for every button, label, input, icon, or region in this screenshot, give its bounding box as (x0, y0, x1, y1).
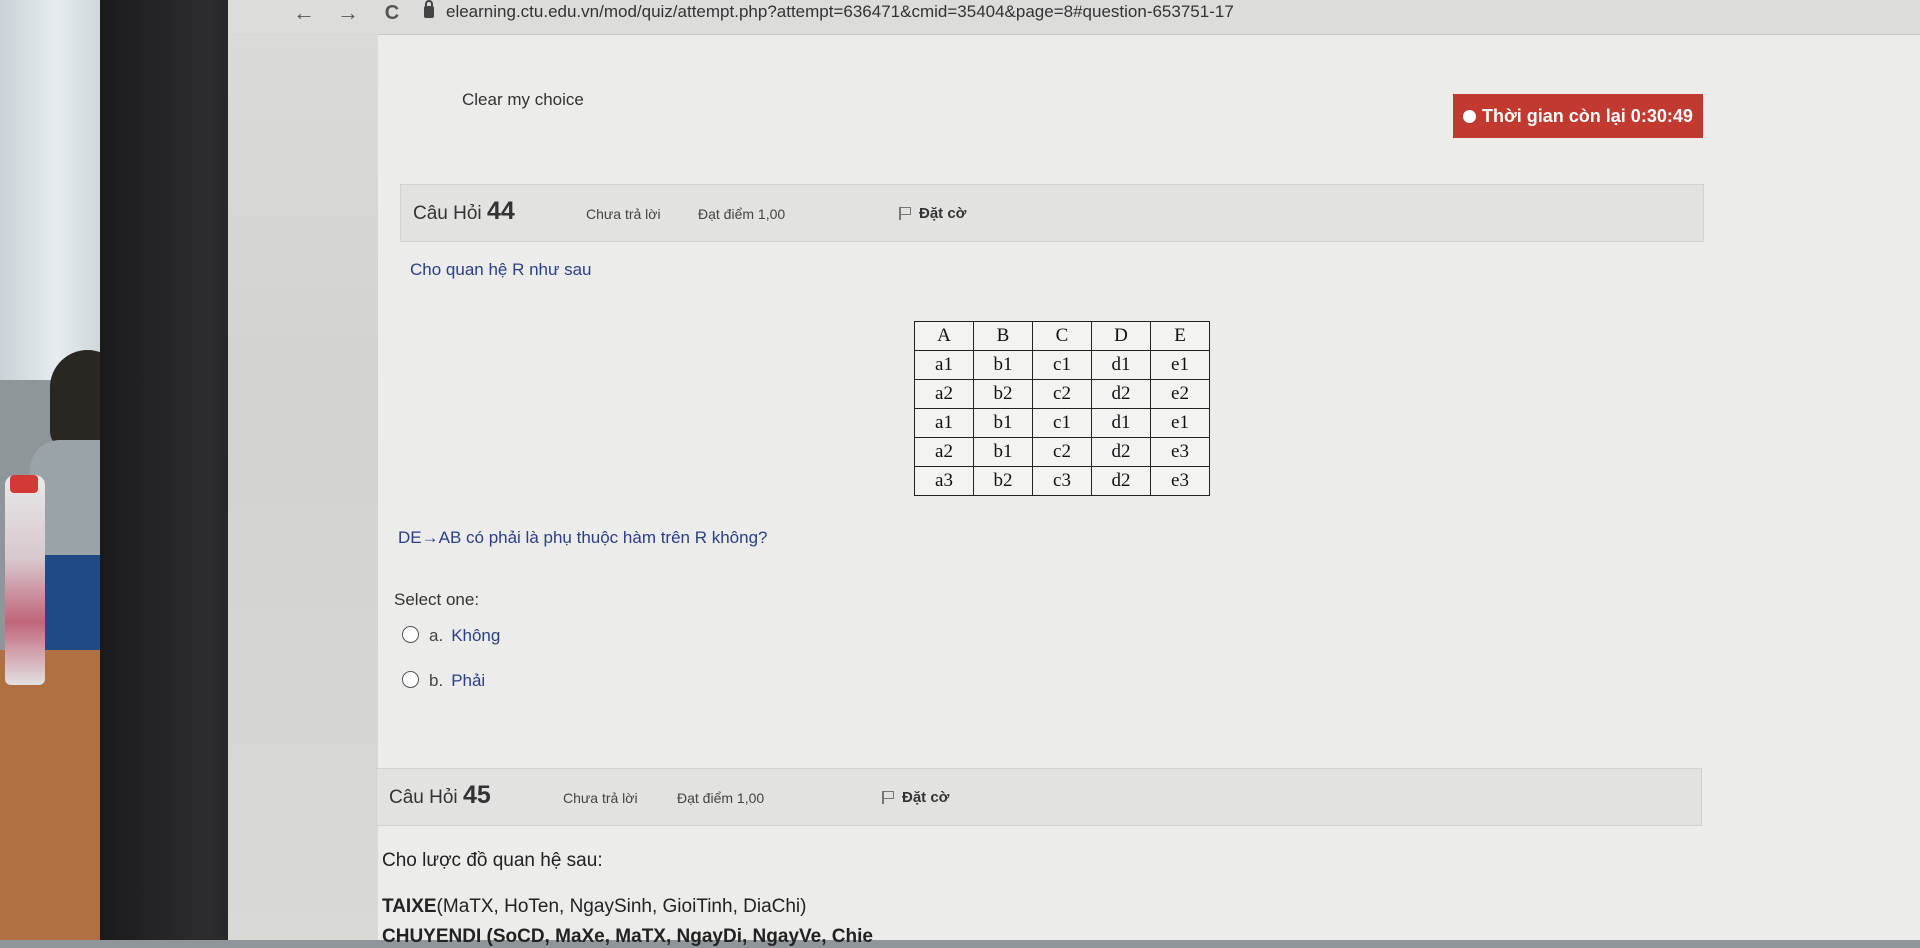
question-45-header: Câu Hỏi 45 Chưa trả lời Đạt điểm 1,00 Đặ… (376, 768, 1702, 826)
table-cell: c1 (1032, 408, 1092, 438)
column-header: C (1032, 321, 1092, 351)
flag-label: Đặt cờ (902, 789, 950, 806)
address-bar[interactable]: elearning.ctu.edu.vn/mod/quiz/attempt.ph… (446, 2, 1234, 22)
table-cell: b1 (973, 437, 1033, 467)
flag-icon (882, 791, 894, 804)
table-row: a2 b1 c2 d2 e3 (914, 437, 1210, 467)
table-cell: d2 (1091, 466, 1151, 496)
question-status: Chưa trả lời (563, 790, 638, 806)
option-a[interactable]: a. Không (402, 626, 500, 646)
question-44-header: Câu Hỏi 44 Chưa trả lời Đạt điểm 1,00 Đặ… (400, 184, 1704, 242)
table-cell: c1 (1032, 350, 1092, 380)
table-cell: e3 (1150, 437, 1210, 467)
table-cell: b1 (973, 350, 1033, 380)
question-44-text: DE→AB có phải là phụ thuộc hàm trên R kh… (398, 528, 768, 547)
table-cell: c3 (1032, 466, 1092, 496)
background-bottle (5, 475, 45, 685)
clock-icon (1463, 110, 1476, 123)
quiz-page: Clear my choice Thời gian còn lại 0:30:4… (228, 34, 1920, 947)
question-status: Chưa trả lời (586, 206, 661, 222)
table-cell: d1 (1091, 350, 1151, 380)
table-cell: a3 (914, 466, 974, 496)
question-number: 44 (486, 197, 515, 225)
option-letter: a. (429, 626, 444, 645)
table-header-row: A B C D E (914, 321, 1210, 351)
lock-icon[interactable] (424, 0, 434, 18)
timer-label: Thời gian còn lại 0:30:49 (1482, 106, 1693, 126)
flag-icon (899, 207, 911, 220)
table-row: a2 b2 c2 d2 e2 (914, 379, 1210, 409)
question-points: Đạt điểm 1,00 (677, 790, 765, 806)
clear-choice-link[interactable]: Clear my choice (462, 90, 584, 110)
flag-question-button[interactable]: Đặt cờ (882, 789, 949, 806)
question-title-prefix: Câu Hỏi (389, 787, 458, 808)
table-cell: b2 (973, 466, 1033, 496)
flag-question-button[interactable]: Đặt cờ (899, 205, 966, 222)
forward-icon[interactable]: → (332, 0, 364, 28)
table-cell: d2 (1091, 379, 1151, 409)
question-44-prompt: Cho quan hệ R như sau (410, 260, 592, 279)
table-cell: b2 (973, 379, 1033, 409)
table-cell: e3 (1150, 466, 1210, 496)
table-cell: b1 (973, 408, 1033, 438)
relation-table: A B C D E a1 b1 c1 d1 e1 a2 b2 c2 d2 e2 … (914, 321, 1210, 496)
table-row: a1 b1 c1 d1 e1 (914, 350, 1210, 380)
background-desk (0, 650, 110, 940)
question-44-title: Câu Hỏi 44 (413, 197, 515, 226)
column-header: A (914, 321, 974, 351)
schema-line-chuyendi: CHUYENDI (SoCD, MaXe, MaTX, NgayDi, Ngay… (382, 926, 873, 947)
column-header: B (973, 321, 1033, 351)
table-cell: c2 (1032, 437, 1092, 467)
table-cell: a2 (914, 437, 974, 467)
schema-attrs: (MaTX, HoTen, NgaySinh, GioiTinh, DiaChi… (436, 896, 807, 917)
browser-toolbar: ← → C elearning.ctu.edu.vn/mod/quiz/atte… (228, 0, 1920, 35)
table-cell: e2 (1150, 379, 1210, 409)
table-cell: d2 (1091, 437, 1151, 467)
option-text: Phải (451, 671, 486, 690)
question-title-prefix: Câu Hỏi (413, 203, 482, 224)
radio-button[interactable] (402, 626, 419, 643)
radio-button[interactable] (402, 671, 419, 688)
table-row: a3 b2 c3 d2 e3 (914, 466, 1210, 496)
table-cell: d1 (1091, 408, 1151, 438)
table-cell: a2 (914, 379, 974, 409)
screen: ← → C elearning.ctu.edu.vn/mod/quiz/atte… (228, 0, 1920, 947)
column-header: E (1150, 321, 1210, 351)
background-bottle-cap (10, 475, 38, 493)
schema-line-taixe: TAIXE(MaTX, HoTen, NgaySinh, GioiTinh, D… (382, 896, 806, 918)
question-points: Đạt điểm 1,00 (698, 206, 786, 222)
option-letter: b. (429, 671, 444, 690)
table-cell: a1 (914, 350, 974, 380)
table-cell: a1 (914, 408, 974, 438)
flag-label: Đặt cờ (919, 205, 967, 222)
table-cell: c2 (1032, 379, 1092, 409)
option-b[interactable]: b. Phải (402, 671, 485, 691)
timer-badge: Thời gian còn lại 0:30:49 (1453, 94, 1703, 138)
option-text: Không (451, 626, 501, 645)
back-icon[interactable]: ← (288, 0, 320, 28)
table-cell: e1 (1150, 350, 1210, 380)
table-cell: e1 (1150, 408, 1210, 438)
select-one-label: Select one: (394, 590, 480, 609)
column-header: D (1091, 321, 1151, 351)
schema-name: TAIXE (382, 896, 437, 917)
table-row: a1 b1 c1 d1 e1 (914, 408, 1210, 438)
reload-icon[interactable]: C (376, 0, 408, 28)
question-45-title: Câu Hỏi 45 (389, 781, 491, 810)
question-45-prompt: Cho lược đồ quan hệ sau: (382, 850, 603, 871)
question-number: 45 (462, 781, 491, 809)
